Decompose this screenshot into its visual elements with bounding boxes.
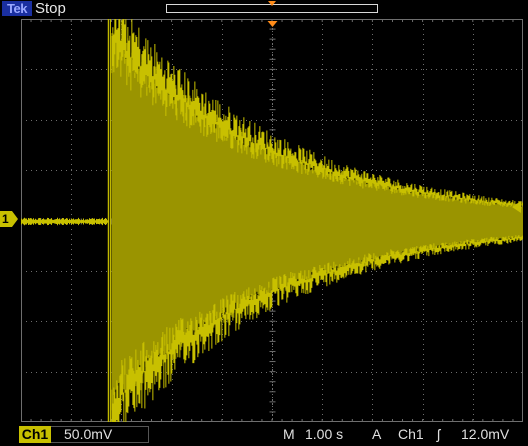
acquisition-status[interactable]: Stop bbox=[35, 0, 66, 18]
status-bar: Tek Stop bbox=[0, 0, 528, 18]
trigger-slope-icon: ʃ bbox=[437, 426, 441, 442]
brand-logo: Tek bbox=[2, 1, 32, 16]
trigger-level[interactable]: 12.0mV bbox=[461, 426, 509, 443]
trigger-position-marker bbox=[268, 1, 276, 6]
trigger-mode: A bbox=[372, 426, 382, 442]
channel1-label[interactable]: Ch1 bbox=[19, 426, 51, 443]
graticule[interactable] bbox=[21, 19, 523, 422]
timebase-label: M bbox=[283, 426, 295, 442]
trigger-source[interactable]: Ch1 bbox=[398, 426, 424, 443]
readout-bar: Ch1 50.0mV M 1.00 s A Ch1 ʃ 12.0mV bbox=[0, 424, 528, 446]
trigger-level-marker[interactable] bbox=[512, 201, 521, 213]
channel1-marker-label: 1 bbox=[2, 212, 9, 226]
trigger-point-marker bbox=[267, 21, 278, 27]
channel1-vertical-scale: 50.0mV bbox=[64, 426, 113, 442]
pre-trigger-noise bbox=[21, 217, 108, 226]
timebase-value[interactable]: 1.00 s bbox=[305, 426, 343, 443]
channel1-ground-marker[interactable]: 1 bbox=[0, 211, 18, 227]
waveform-display[interactable] bbox=[21, 19, 523, 422]
onset-spike bbox=[107, 19, 111, 422]
